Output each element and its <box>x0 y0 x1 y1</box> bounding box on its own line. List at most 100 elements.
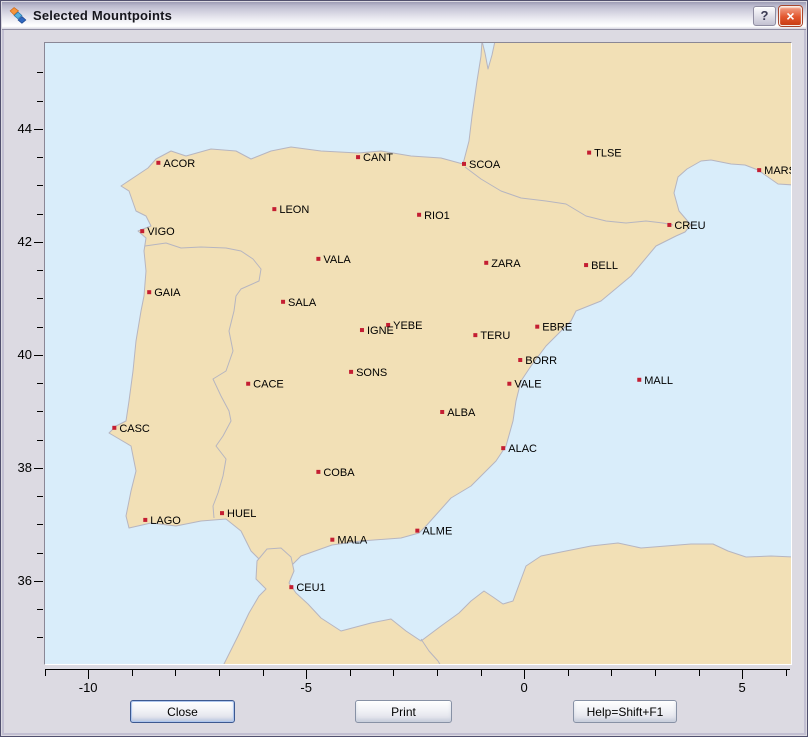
app-icon-glyph <box>9 7 27 25</box>
y-tick-43.5 <box>37 157 43 158</box>
station-label-HUEL: HUEL <box>227 508 256 520</box>
x-tick--7 <box>219 670 220 676</box>
station-marker-VALA <box>316 257 320 261</box>
y-tick-41.5 <box>37 270 43 271</box>
station-marker-CASC <box>112 426 116 430</box>
station-label-ALBA: ALBA <box>447 407 476 419</box>
y-tick-43 <box>37 185 43 186</box>
help-button[interactable]: Help=Shift+F1 <box>573 700 677 723</box>
station-marker-VIGO <box>140 229 144 233</box>
station-label-BELL: BELL <box>591 260 618 272</box>
station-marker-LEON <box>272 207 276 211</box>
station-label-SONS: SONS <box>356 367 387 379</box>
map-plot: ACORCANTSCOATLSEMARSLEONRIO1CREUVIGOVALA… <box>44 42 792 665</box>
station-marker-SONS <box>349 370 353 374</box>
print-button[interactable]: Print <box>355 700 452 723</box>
x-tick--2 <box>437 670 438 676</box>
x-tick-label-0: 0 <box>502 680 546 695</box>
close-button[interactable]: Close <box>130 700 235 723</box>
x-tick--1 <box>481 670 482 676</box>
station-label-CACE: CACE <box>253 379 284 391</box>
station-marker-SALA <box>281 300 285 304</box>
y-tick-label-44: 44 <box>3 121 32 136</box>
station-marker-GAIA <box>147 290 151 294</box>
station-marker-BORR <box>518 358 522 362</box>
y-tick-40.5 <box>37 327 43 328</box>
x-tick-6 <box>786 670 787 676</box>
station-label-CANT: CANT <box>363 152 393 164</box>
station-label-MALL: MALL <box>644 375 673 387</box>
x-tick-2 <box>611 670 612 676</box>
selected-mountpoints-dialog: Selected Mountpoints ? × ACORCANTSCOATLS… <box>0 0 808 737</box>
station-marker-ALME <box>415 529 419 533</box>
x-tick--3 <box>393 670 394 676</box>
station-label-ALME: ALME <box>422 526 452 538</box>
station-marker-TERU <box>473 333 477 337</box>
y-tick-label-38: 38 <box>3 460 32 475</box>
station-label-GAIA: GAIA <box>154 287 181 299</box>
x-axis-line <box>45 669 790 670</box>
station-label-CEU1: CEU1 <box>296 582 325 594</box>
x-tick--9 <box>132 670 133 676</box>
station-marker-IGNE <box>360 328 364 332</box>
titlebar-close-icon[interactable]: × <box>779 6 802 26</box>
x-tick-label-5: 5 <box>720 680 764 695</box>
map-svg: ACORCANTSCOATLSEMARSLEONRIO1CREUVIGOVALA… <box>45 43 791 664</box>
y-tick-44.5 <box>37 101 43 102</box>
x-tick--5 <box>306 670 307 679</box>
y-tick-37.5 <box>37 496 43 497</box>
y-tick-label-40: 40 <box>3 347 32 362</box>
station-marker-RIO1 <box>417 213 421 217</box>
titlebar[interactable]: Selected Mountpoints ? × <box>2 2 806 30</box>
station-label-SALA: SALA <box>288 297 317 309</box>
x-tick-4 <box>699 670 700 676</box>
station-marker-HUEL <box>220 511 224 515</box>
app-icon <box>9 7 27 25</box>
titlebar-help-button[interactable]: ? <box>753 6 776 26</box>
station-label-COBA: COBA <box>323 467 355 479</box>
station-marker-ALAC <box>501 446 505 450</box>
y-tick-36 <box>34 581 43 582</box>
station-marker-CREU <box>667 223 671 227</box>
x-tick--11 <box>45 670 46 676</box>
station-label-ZARA: ZARA <box>491 258 521 270</box>
station-marker-CEU1 <box>289 585 293 589</box>
station-label-YEBE: YEBE <box>393 320 422 332</box>
station-marker-TLSE <box>587 151 591 155</box>
x-tick--4 <box>350 670 351 676</box>
station-marker-EBRE <box>535 325 539 329</box>
station-label-VALE: VALE <box>514 379 541 391</box>
y-tick-42.5 <box>37 214 43 215</box>
x-tick-label--10: -10 <box>66 680 110 695</box>
station-marker-MALA <box>330 538 334 542</box>
x-tick-0 <box>524 670 525 679</box>
station-label-MARS: MARS <box>764 165 791 177</box>
station-marker-LAGO <box>143 518 147 522</box>
y-tick-35 <box>37 637 43 638</box>
station-marker-COBA <box>316 470 320 474</box>
station-label-ACOR: ACOR <box>163 158 195 170</box>
y-tick-45 <box>37 72 43 73</box>
station-marker-CANT <box>356 155 360 159</box>
station-marker-MALL <box>637 378 641 382</box>
station-marker-VALE <box>507 382 511 386</box>
y-tick-38 <box>34 468 43 469</box>
x-tick-1 <box>568 670 569 676</box>
y-tick-40 <box>34 355 43 356</box>
y-tick-label-42: 42 <box>3 234 32 249</box>
station-label-LAGO: LAGO <box>150 515 181 527</box>
station-label-BORR: BORR <box>525 355 557 367</box>
station-marker-ALBA <box>440 410 444 414</box>
station-marker-CACE <box>246 382 250 386</box>
station-label-ALAC: ALAC <box>508 443 537 455</box>
y-tick-44 <box>34 129 43 130</box>
y-tick-39.5 <box>37 383 43 384</box>
station-marker-ACOR <box>156 161 160 165</box>
y-tick-38.5 <box>37 440 43 441</box>
station-label-CREU: CREU <box>674 220 705 232</box>
station-label-RIO1: RIO1 <box>424 210 450 222</box>
station-label-EBRE: EBRE <box>542 322 572 334</box>
station-label-VALA: VALA <box>323 254 351 266</box>
x-tick-5 <box>742 670 743 679</box>
station-label-CASC: CASC <box>119 423 150 435</box>
